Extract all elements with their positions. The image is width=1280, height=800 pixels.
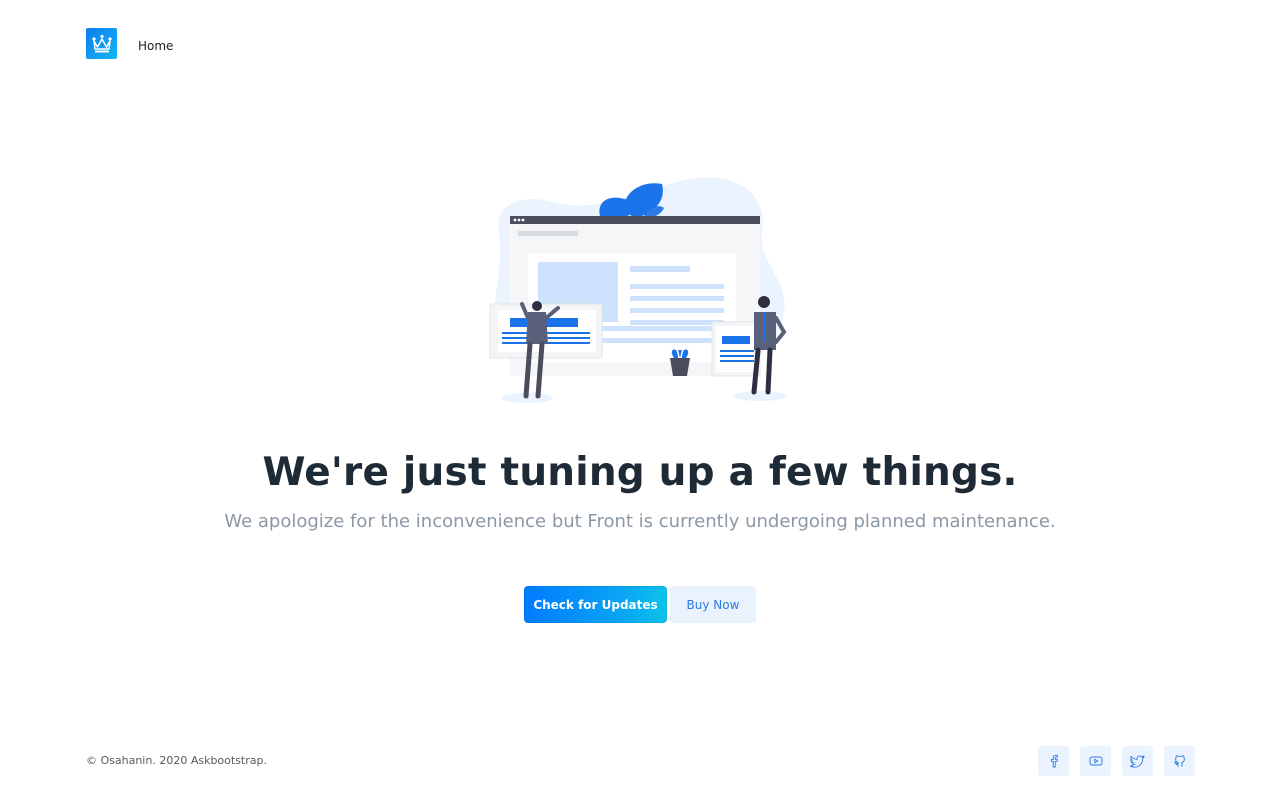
facebook-icon xyxy=(1050,754,1058,768)
buy-now-button[interactable]: Buy Now xyxy=(670,586,756,623)
maintenance-illustration xyxy=(484,172,796,408)
logo[interactable] xyxy=(86,28,117,59)
youtube-button[interactable] xyxy=(1080,746,1111,776)
twitter-button[interactable] xyxy=(1122,746,1153,776)
github-button[interactable] xyxy=(1164,746,1195,776)
youtube-icon xyxy=(1089,756,1102,766)
twitter-icon xyxy=(1130,754,1145,768)
page-subtitle: We apologize for the inconvenience but F… xyxy=(224,511,1056,532)
site-header: Home xyxy=(86,28,173,59)
social-links xyxy=(1038,746,1195,776)
crown-icon xyxy=(91,34,112,52)
footer-copyright: © Osahanin. 2020 Askbootstrap. xyxy=(86,754,267,767)
check-for-updates-button[interactable]: Check for Updates xyxy=(524,586,667,623)
nav-home-link[interactable]: Home xyxy=(138,39,173,53)
hero-actions: Check for Updates Buy Now xyxy=(524,586,756,623)
github-icon xyxy=(1173,755,1185,767)
page-title: We're just tuning up a few things. xyxy=(262,450,1018,495)
facebook-button[interactable] xyxy=(1038,746,1069,776)
